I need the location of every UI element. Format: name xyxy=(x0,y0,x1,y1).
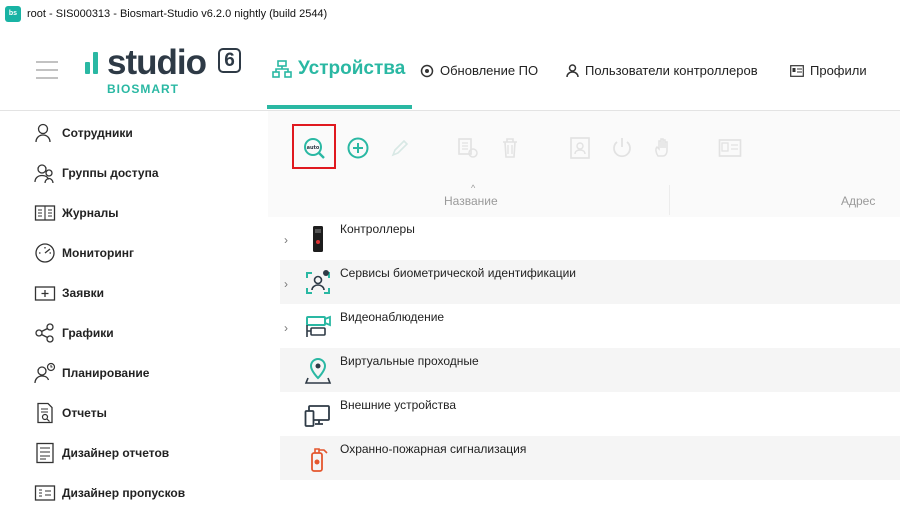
tab-update-label: Обновление ПО xyxy=(440,63,539,78)
pass-designer-icon xyxy=(34,485,56,501)
edit-button[interactable] xyxy=(388,136,412,160)
auto-label: auto xyxy=(307,145,320,151)
column-header-name[interactable]: Название xyxy=(444,194,498,208)
row-label: Сервисы биометрической идентификации xyxy=(340,266,576,280)
table-row-biometric-services[interactable]: › Сервисы биометрической идентификации xyxy=(280,260,900,304)
external-devices-icon xyxy=(304,405,330,427)
person-icon xyxy=(35,123,51,143)
logo: studio 6 BIOSMART xyxy=(85,44,255,98)
table-row-external-devices[interactable]: Внешние устройства xyxy=(280,392,900,436)
biometric-face-icon xyxy=(306,270,330,294)
active-tab-indicator xyxy=(267,105,412,109)
sidebar: Сотрудники Группы доступа Журналы Монито… xyxy=(0,111,268,512)
sidebar-item-employees[interactable]: Сотрудники xyxy=(34,120,133,146)
journal-icon xyxy=(34,205,56,221)
logo-mark-icon xyxy=(85,52,103,76)
row-label: Внешние устройства xyxy=(340,398,457,412)
report-icon xyxy=(37,402,53,424)
table-row-video-surveillance[interactable]: › Видеонаблюдение xyxy=(280,304,900,348)
delete-button[interactable] xyxy=(498,136,522,160)
row-label: Виртуальные проходные xyxy=(340,354,479,368)
logo-subtitle: BIOSMART xyxy=(107,82,179,96)
row-label: Видеонаблюдение xyxy=(340,310,445,324)
sidebar-item-label: Дизайнер пропусков xyxy=(62,486,186,500)
toolbar: auto xyxy=(268,111,900,181)
sidebar-item-planning[interactable]: Планирование xyxy=(34,360,149,386)
sidebar-item-pass-designer[interactable]: Дизайнер пропусков xyxy=(34,480,185,506)
group-icon xyxy=(34,164,54,184)
controller-device-icon xyxy=(313,226,323,252)
user-icon xyxy=(566,63,579,77)
sidebar-item-label: Сотрудники xyxy=(62,126,133,140)
profile-card-icon xyxy=(790,64,804,77)
cctv-camera-icon xyxy=(306,315,331,337)
tab-profiles[interactable]: Профили xyxy=(790,63,867,78)
device-tree-icon xyxy=(272,60,292,78)
table-row-virtual-checkpoints[interactable]: Виртуальные проходные xyxy=(280,348,900,392)
row-label: Контроллеры xyxy=(340,222,415,236)
fingerprint-button[interactable] xyxy=(456,136,480,160)
refresh-icon xyxy=(420,64,434,77)
gauge-icon xyxy=(35,243,55,263)
auto-search-button[interactable]: auto xyxy=(302,136,326,160)
table-header xyxy=(268,181,900,217)
sidebar-item-label: Журналы xyxy=(62,206,119,220)
tab-controller-users[interactable]: Пользователи контроллеров xyxy=(566,63,758,78)
sidebar-item-label: Отчеты xyxy=(62,406,107,420)
tab-devices-label: Устройства xyxy=(298,58,406,79)
sidebar-item-requests[interactable]: Заявки xyxy=(34,280,104,306)
sidebar-item-label: Планирование xyxy=(62,366,150,380)
sidebar-item-label: Мониторинг xyxy=(62,246,134,260)
share-graph-icon xyxy=(35,323,54,343)
fire-extinguisher-icon xyxy=(311,448,328,472)
add-button[interactable] xyxy=(346,136,370,160)
tab-users-label: Пользователи контроллеров xyxy=(585,63,758,78)
sidebar-item-access-groups[interactable]: Группы доступа xyxy=(34,160,159,186)
location-pin-icon xyxy=(304,357,332,384)
row-label: Охранно-пожарная сигнализация xyxy=(340,442,527,456)
tab-update[interactable]: Обновление ПО xyxy=(420,63,538,78)
window-title: root - SIS000313 - Biosmart-Studio v6.2.… xyxy=(27,8,328,20)
logo-version: 6 xyxy=(218,48,241,73)
table-row-fire-security-alarm[interactable]: Охранно-пожарная сигнализация xyxy=(280,436,900,480)
sidebar-item-monitoring[interactable]: Мониторинг xyxy=(34,240,134,266)
sort-caret-icon[interactable]: ^ xyxy=(471,183,475,193)
request-icon xyxy=(34,286,56,301)
sidebar-item-schedules[interactable]: Графики xyxy=(34,320,114,346)
expand-chevron-icon[interactable]: › xyxy=(284,233,288,247)
table-row-controllers[interactable]: › Контроллеры xyxy=(280,216,900,260)
user-card-button[interactable] xyxy=(568,136,592,160)
sidebar-item-label: Графики xyxy=(62,326,114,340)
app-icon: bs xyxy=(5,6,21,22)
hamburger-menu-icon[interactable] xyxy=(36,61,58,79)
column-header-address[interactable]: Адрес xyxy=(841,194,875,208)
power-button[interactable] xyxy=(610,136,634,160)
logo-word: studio xyxy=(107,43,207,82)
sidebar-item-label: Дизайнер отчетов xyxy=(62,446,170,460)
sidebar-item-label: Заявки xyxy=(62,286,104,300)
main-content: auto ^ Название Адрес › Контроллеры › Се… xyxy=(268,111,900,512)
expand-chevron-icon[interactable]: › xyxy=(284,277,288,291)
sidebar-item-reports[interactable]: Отчеты xyxy=(34,400,107,426)
sidebar-item-label: Группы доступа xyxy=(62,166,159,180)
hand-button[interactable] xyxy=(652,136,676,160)
title-bar: bs root - SIS000313 - Biosmart-Studio v6… xyxy=(0,0,900,28)
tab-profiles-label: Профили xyxy=(810,63,867,78)
report-designer-icon xyxy=(36,442,54,464)
id-card-button[interactable] xyxy=(718,136,742,160)
expand-chevron-icon[interactable]: › xyxy=(284,321,288,335)
sidebar-item-report-designer[interactable]: Дизайнер отчетов xyxy=(34,440,169,466)
tab-devices[interactable]: Устройства xyxy=(272,58,405,80)
planning-icon xyxy=(34,362,56,384)
column-divider[interactable] xyxy=(669,185,670,215)
sidebar-item-journals[interactable]: Журналы xyxy=(34,200,118,226)
